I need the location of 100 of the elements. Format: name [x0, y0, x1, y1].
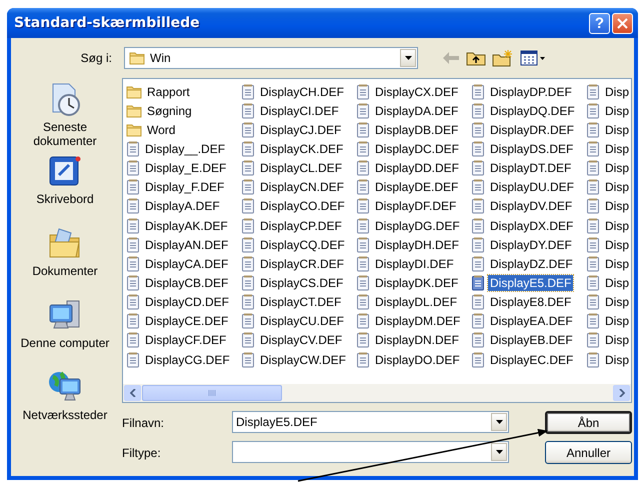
file-item[interactable]: DisplayDQ.DEF [488, 102, 577, 119]
up-folder-icon[interactable] [466, 50, 486, 66]
file-item[interactable]: Disp [603, 332, 631, 348]
file-item[interactable]: DisplayDI.DEF [373, 256, 456, 272]
document-icon [126, 179, 140, 196]
file-item[interactable]: DisplayDS.DEF [488, 140, 576, 157]
places-item[interactable]: Denne computer [13, 336, 117, 350]
file-item[interactable]: DisplayDU.DEF [488, 179, 576, 196]
file-item[interactable]: DisplayCQ.DEF [258, 236, 347, 253]
places-item[interactable]: Dokumenter [13, 264, 117, 278]
file-item[interactable]: DisplayDN.DEF [373, 332, 462, 348]
file-item[interactable]: Display_E.DEF [143, 160, 228, 176]
file-item[interactable]: Disp [603, 236, 631, 253]
look-in-dropdown[interactable]: Win [124, 47, 418, 69]
file-item[interactable]: Disp [603, 274, 631, 291]
file-item[interactable]: DisplayDZ.DEF [488, 256, 575, 272]
file-item[interactable]: Disp [603, 218, 631, 234]
file-item[interactable]: DisplayDK.DEF [373, 274, 460, 291]
close-button[interactable] [612, 12, 633, 34]
file-item[interactable]: DisplayCS.DEF [258, 274, 346, 291]
file-item[interactable]: DisplayCR.DEF [258, 256, 346, 272]
file-item[interactable]: DisplayE8.DEF [488, 294, 574, 310]
file-item[interactable]: Disp [603, 140, 631, 157]
document-icon [241, 294, 255, 310]
scroll-left-icon[interactable] [130, 389, 136, 397]
file-item[interactable]: DisplayCD.DEF [143, 294, 232, 310]
file-item[interactable]: DisplayCH.DEF [258, 84, 346, 100]
file-item[interactable]: DisplayDV.DEF [488, 198, 574, 214]
horizontal-scrollbar[interactable] [123, 384, 631, 402]
new-folder-icon[interactable] [492, 49, 514, 67]
file-item[interactable]: Disp [603, 352, 631, 368]
file-item[interactable]: DisplayDB.DEF [373, 122, 460, 138]
file-type-dropdown[interactable] [232, 441, 509, 463]
file-item[interactable]: DisplayCX.DEF [373, 84, 460, 100]
file-name-field[interactable]: DisplayE5.DEF [232, 411, 509, 433]
file-item[interactable]: DisplayAN.DEF [143, 236, 230, 253]
dropdown-button[interactable] [400, 49, 416, 67]
file-item[interactable]: Word [145, 122, 178, 138]
file-item[interactable]: DisplayDC.DEF [373, 140, 462, 157]
file-item[interactable]: DisplayDP.DEF [488, 84, 574, 100]
scroll-right-icon[interactable] [618, 389, 624, 397]
document-icon [241, 332, 255, 348]
file-item[interactable]: Disp [603, 122, 631, 138]
file-item[interactable]: DisplayCF.DEF [143, 332, 228, 348]
file-item[interactable]: DisplayCW.DEF [258, 352, 348, 368]
file-item[interactable]: DisplayCU.DEF [258, 313, 346, 330]
places-item[interactable]: Netværkssteder [13, 408, 117, 422]
file-item[interactable]: DisplayCP.DEF [258, 218, 344, 234]
file-item[interactable]: Disp [603, 179, 631, 196]
file-item[interactable]: DisplayEC.DEF [488, 352, 576, 368]
file-item[interactable]: DisplayCI.DEF [258, 102, 341, 119]
file-item[interactable]: DisplayCG.DEF [143, 352, 232, 368]
file-item[interactable]: DisplayCT.DEF [258, 294, 344, 310]
file-item[interactable]: DisplayDM.DEF [373, 313, 462, 330]
places-item[interactable]: Skrivebord [13, 192, 117, 206]
file-item[interactable]: DisplayDA.DEF [373, 102, 460, 119]
help-button[interactable]: ? [589, 12, 610, 34]
dialog-button[interactable]: Annuller [545, 441, 632, 464]
file-item[interactable]: Disp [603, 313, 631, 330]
file-item[interactable]: DisplayCL.DEF [258, 160, 344, 176]
file-item[interactable]: DisplayCB.DEF [143, 274, 230, 291]
file-item[interactable]: DisplayDG.DEF [373, 218, 462, 234]
file-item[interactable]: DisplayDT.DEF [488, 160, 574, 176]
file-item[interactable]: DisplayDO.DEF [373, 352, 462, 368]
file-item[interactable]: DisplayDF.DEF [373, 198, 458, 214]
file-item[interactable]: Disp [603, 160, 631, 176]
document-icon [126, 274, 140, 291]
file-item[interactable]: DisplayCK.DEF [258, 140, 346, 157]
file-item[interactable]: DisplayDH.DEF [373, 236, 462, 253]
file-item[interactable]: DisplayDX.DEF [488, 218, 576, 234]
dropdown-button[interactable] [491, 443, 507, 461]
file-item[interactable]: DisplayCJ.DEF [258, 122, 344, 138]
file-item[interactable]: Søgning [145, 102, 194, 119]
file-item[interactable]: DisplayCO.DEF [258, 198, 347, 214]
file-item[interactable]: DisplayCN.DEF [258, 179, 346, 196]
file-item[interactable]: DisplayA.DEF [143, 198, 222, 214]
file-item[interactable]: Disp [603, 84, 631, 100]
file-item[interactable]: Disp [603, 102, 631, 119]
file-item[interactable]: DisplayDE.DEF [373, 179, 460, 196]
file-item[interactable]: DisplayDR.DEF [488, 122, 576, 138]
places-item[interactable]: Seneste dokumenter [13, 120, 117, 148]
file-item[interactable]: Display_F.DEF [143, 179, 226, 196]
dropdown-button[interactable] [491, 413, 507, 431]
view-menu-icon[interactable] [520, 50, 546, 66]
file-item[interactable]: DisplayE5.DEF [488, 274, 574, 291]
file-item[interactable]: DisplayAK.DEF [143, 218, 230, 234]
file-item[interactable]: DisplayCE.DEF [143, 313, 230, 330]
file-item[interactable]: DisplayEB.DEF [488, 332, 575, 348]
file-item[interactable]: DisplayDL.DEF [373, 294, 460, 310]
dialog-button[interactable]: Åbn [545, 411, 632, 434]
file-item[interactable]: DisplayDD.DEF [373, 160, 462, 176]
file-item[interactable]: Disp [603, 294, 631, 310]
file-item[interactable]: DisplayDY.DEF [488, 236, 574, 253]
file-item[interactable]: DisplayCV.DEF [258, 332, 344, 348]
file-item[interactable]: Disp [603, 198, 631, 214]
file-item[interactable]: Display__.DEF [143, 140, 228, 157]
file-item[interactable]: Disp [603, 256, 631, 272]
file-item[interactable]: Rapport [145, 84, 192, 100]
file-item[interactable]: DisplayEA.DEF [488, 313, 575, 330]
file-item[interactable]: DisplayCA.DEF [143, 256, 230, 272]
